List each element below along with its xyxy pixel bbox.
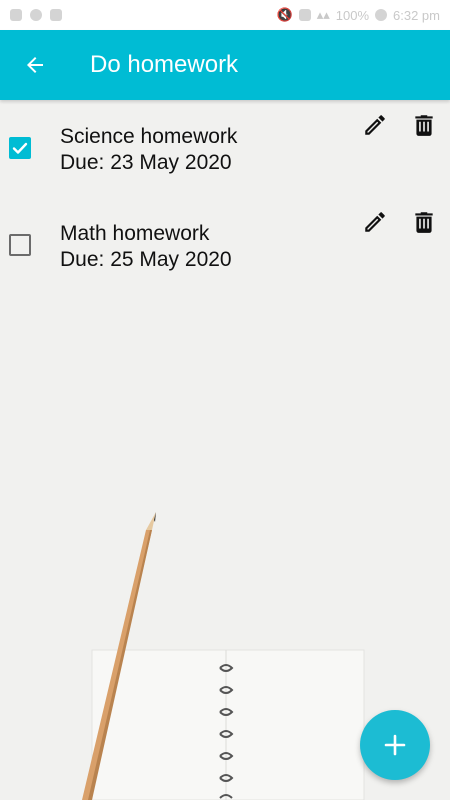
battery-icon xyxy=(375,9,388,21)
back-button[interactable] xyxy=(0,30,70,100)
delete-button[interactable] xyxy=(409,207,439,237)
task-due-date: Due: 25 May 2020 xyxy=(60,248,232,271)
task-checkbox[interactable] xyxy=(9,137,31,159)
task-item[interactable]: Math homework Due: 25 May 2020 xyxy=(0,197,450,294)
app-bar: Do homework xyxy=(0,30,450,100)
arrow-left-icon xyxy=(27,57,43,73)
task-title: Math homework xyxy=(60,222,210,245)
pencil-icon xyxy=(365,115,385,135)
mail-icon xyxy=(50,9,62,21)
task-checkbox[interactable] xyxy=(9,234,31,256)
status-bar: 🔇 ▴▴ 100% 6:32 pm xyxy=(0,0,450,30)
task-text: Math homework Due: 25 May 2020 xyxy=(60,221,232,273)
signal-icon: ▴▴ xyxy=(316,7,330,22)
edit-button[interactable] xyxy=(360,110,390,140)
page-title: Do homework xyxy=(90,51,239,78)
notebook-image xyxy=(91,649,365,800)
task-title: Science homework xyxy=(60,125,238,148)
notification-icon xyxy=(10,9,22,21)
battery-level: 100% xyxy=(335,7,370,23)
task-due-date: Due: 23 May 2020 xyxy=(60,151,232,174)
task-item[interactable]: Science homework Due: 23 May 2020 xyxy=(0,100,450,197)
check-icon xyxy=(12,142,28,154)
status-time: 6:32 pm xyxy=(393,7,440,23)
add-task-button[interactable] xyxy=(360,710,430,780)
status-bar-right: 🔇 ▴▴ 100% 6:32 pm xyxy=(277,7,440,23)
trash-icon xyxy=(415,115,433,136)
chat-icon xyxy=(30,9,42,21)
trash-icon xyxy=(415,212,433,233)
alarm-icon xyxy=(298,9,311,21)
plus-icon xyxy=(384,734,406,756)
delete-button[interactable] xyxy=(409,110,439,140)
edit-button[interactable] xyxy=(360,207,390,237)
task-text: Science homework Due: 23 May 2020 xyxy=(60,124,237,176)
mute-icon: 🔇 xyxy=(276,7,293,22)
task-list: Science homework Due: 23 May 2020 Math h… xyxy=(0,100,450,294)
pencil-icon xyxy=(365,212,385,232)
status-bar-left xyxy=(10,9,62,21)
